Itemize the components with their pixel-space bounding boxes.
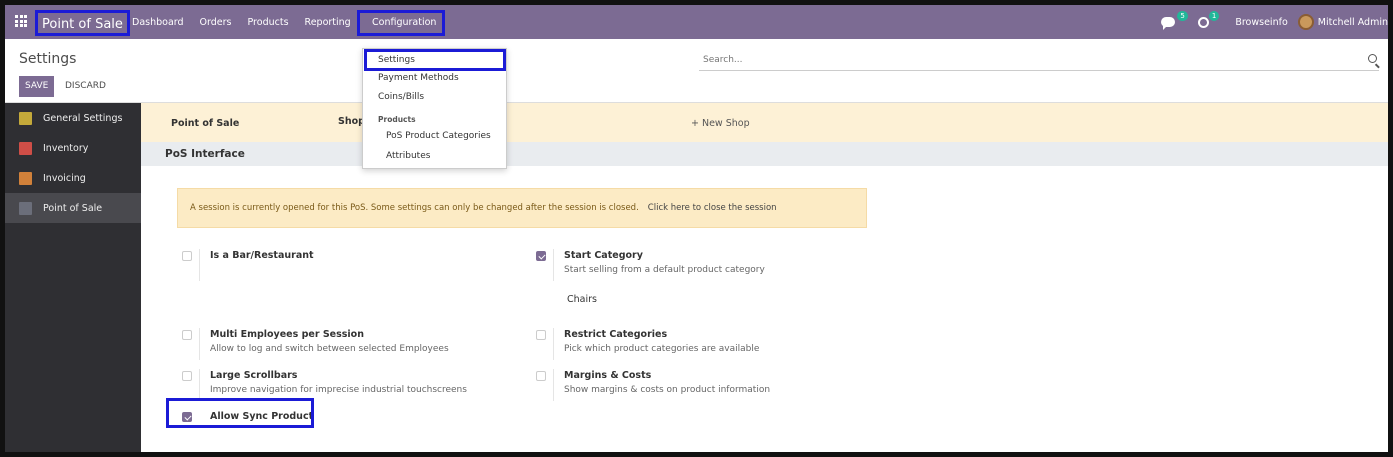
setting-title: Restrict Categories (564, 329, 668, 340)
setting-title: Large Scrollbars (210, 370, 298, 381)
setting-title: Start Category (564, 250, 643, 261)
settings-sidebar: General Settings Inventory Invoicing Poi… (5, 103, 141, 452)
menu-configuration-label: Configuration (372, 17, 437, 28)
setting-description: Show margins & costs on product informat… (564, 385, 771, 395)
search-bar (699, 49, 1379, 71)
sidebar-item-inventory[interactable]: Inventory (5, 133, 141, 163)
setting-description: Improve navigation for imprecise industr… (210, 385, 467, 395)
setting-title: Is a Bar/Restaurant (210, 250, 314, 261)
gear-icon (19, 111, 32, 125)
shopbar-pos-label: Point of Sale (171, 118, 240, 129)
settings-main: Point of Sale Shop + New Shop PoS Interf… (141, 103, 1388, 452)
discard-button[interactable]: DISCARD (63, 76, 108, 97)
sidebar-item-label: Inventory (43, 142, 89, 154)
settings-highlight (364, 49, 506, 71)
chat-icon[interactable] (1161, 17, 1176, 30)
shop-bar: Point of Sale Shop + New Shop (141, 103, 1388, 142)
messages-badge: 5 (1177, 11, 1188, 21)
menu-dashboard[interactable]: Dashboard (132, 17, 184, 28)
page-title: Settings (19, 51, 77, 67)
restrict-categories-checkbox[interactable] (536, 330, 546, 340)
pos-icon (19, 201, 32, 215)
search-icon[interactable] (1368, 54, 1377, 63)
sidebar-item-label: General Settings (43, 112, 123, 124)
dropdown-coins-bills[interactable]: Coins/Bills (378, 92, 424, 102)
dropdown-products-header: Products (378, 115, 416, 124)
start-category-checkbox[interactable] (536, 251, 546, 261)
section-title: PoS Interface (165, 148, 245, 160)
session-alert: A session is currently opened for this P… (177, 188, 867, 228)
shopbar-shop-label: Shop (338, 116, 365, 127)
save-button[interactable]: SAVE (19, 76, 55, 97)
inventory-icon (19, 141, 32, 155)
setting-description: Start selling from a default product cat… (564, 265, 765, 275)
bar-restaurant-checkbox[interactable] (182, 251, 192, 261)
dropdown-payment-methods[interactable]: Payment Methods (378, 73, 459, 83)
app-window: Point of Sale Dashboard Orders Products … (5, 5, 1388, 452)
start-category-field[interactable]: Chairs (567, 294, 597, 305)
app-menu-icon[interactable] (15, 15, 27, 27)
sidebar-item-label: Invoicing (43, 172, 86, 184)
setting-description: Allow to log and switch between selected… (210, 344, 449, 354)
invoice-icon (19, 171, 32, 185)
margins-costs-checkbox[interactable] (536, 371, 546, 381)
user-menu[interactable]: Mitchell Admin (1318, 17, 1388, 28)
company-switcher[interactable]: Browseinfo (1235, 17, 1287, 28)
activities-badge: 1 (1208, 11, 1220, 21)
large-scrollbars-checkbox[interactable] (182, 371, 192, 381)
control-panel: Settings SAVE DISCARD (5, 39, 1388, 103)
setting-title: Margins & Costs (564, 370, 652, 381)
activity-clock-icon[interactable] (1197, 16, 1209, 28)
menu-orders[interactable]: Orders (200, 17, 232, 28)
app-name[interactable]: Point of Sale (35, 10, 130, 36)
new-shop-button[interactable]: + New Shop (691, 118, 750, 129)
main-menu: Dashboard Orders Products Reporting (132, 5, 367, 39)
sidebar-item-point-of-sale[interactable]: Point of Sale (5, 193, 141, 223)
sidebar-item-general-settings[interactable]: General Settings (5, 103, 141, 133)
setting-description: Pick which product categories are availa… (564, 344, 760, 354)
dropdown-attributes[interactable]: Attributes (386, 151, 430, 161)
menu-reporting[interactable]: Reporting (305, 17, 351, 28)
alert-message: A session is currently opened for this P… (190, 203, 639, 213)
sidebar-item-label: Point of Sale (43, 202, 103, 214)
menu-products[interactable]: Products (248, 17, 289, 28)
multi-employees-checkbox[interactable] (182, 330, 192, 340)
search-input[interactable] (699, 49, 1339, 65)
close-session-link[interactable]: Click here to close the session (648, 203, 777, 213)
section-header: PoS Interface (141, 142, 1388, 166)
navbar-systray: 5 1 Browseinfo Mitchell Admin (1161, 5, 1388, 39)
menu-configuration[interactable]: Configuration (357, 10, 445, 36)
sync-product-highlight (166, 398, 314, 428)
top-navbar: Point of Sale Dashboard Orders Products … (5, 5, 1388, 39)
dropdown-pos-product-categories[interactable]: PoS Product Categories (386, 131, 491, 141)
sidebar-item-invoicing[interactable]: Invoicing (5, 163, 141, 193)
avatar[interactable] (1297, 14, 1314, 30)
setting-title: Multi Employees per Session (210, 329, 364, 340)
